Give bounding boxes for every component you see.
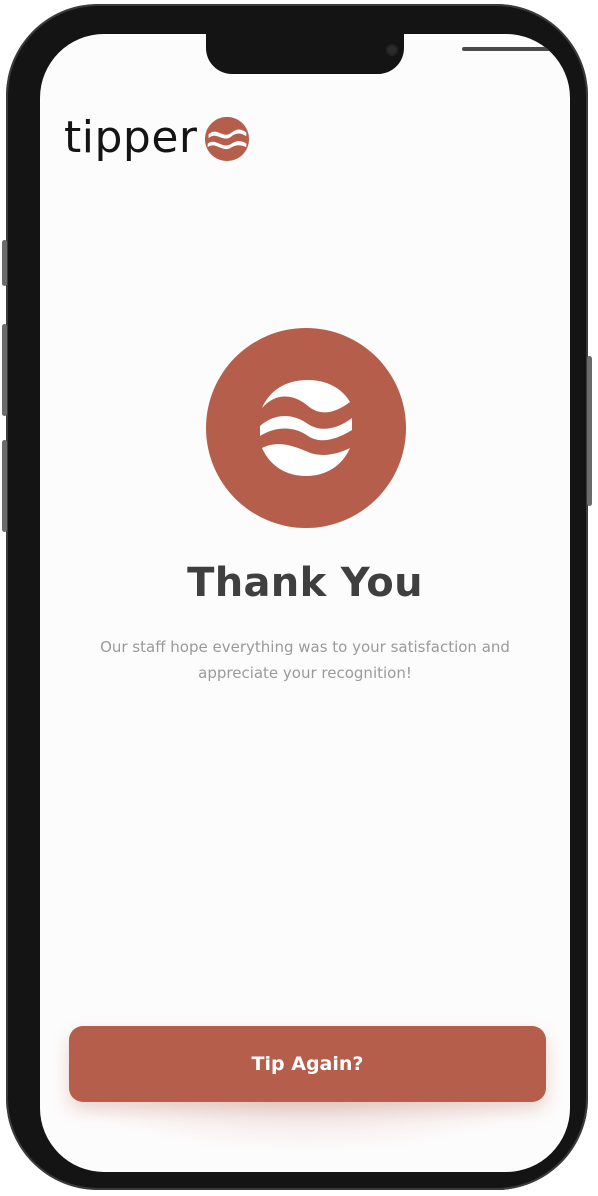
tipper-wave-logo-icon (260, 380, 352, 476)
notch (206, 34, 552, 74)
phone-frame: tipper Thank You Our staff hope everythi… (2, 4, 592, 1190)
mute-switch (2, 240, 7, 286)
tipper-wave-logo-icon (204, 116, 249, 162)
volume-up-button (2, 324, 7, 416)
brand-name: tipper (64, 112, 198, 163)
front-camera (386, 44, 398, 56)
earpiece-speaker (462, 47, 552, 51)
message-line: Our staff hope everything was to your sa… (100, 638, 510, 656)
tip-again-button[interactable]: Tip Again? (69, 1026, 546, 1102)
page-title: Thank You (187, 560, 423, 606)
brand-logo: tipper (64, 114, 250, 162)
success-emblem (206, 328, 406, 528)
message-line: appreciate your recognition! (198, 664, 412, 682)
app-screen: tipper Thank You Our staff hope everythi… (40, 34, 570, 1172)
volume-down-button (2, 440, 7, 532)
thank-you-message: Our staff hope everything was to your sa… (80, 634, 530, 686)
power-button (587, 356, 592, 506)
